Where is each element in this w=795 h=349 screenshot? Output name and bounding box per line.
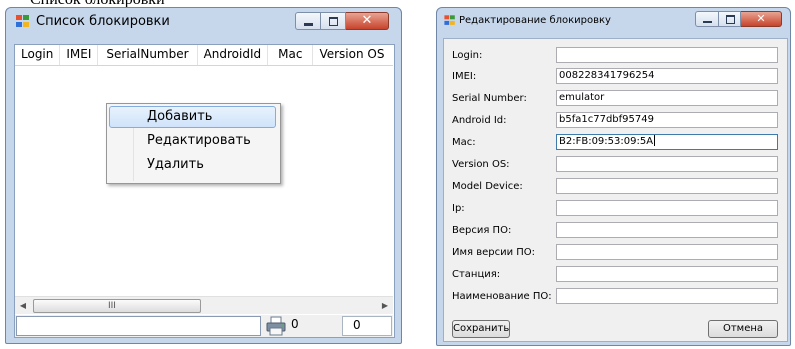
station-field[interactable] (556, 266, 778, 282)
column-header-serial-number[interactable]: SerialNumber (98, 45, 198, 65)
maximize-button[interactable] (719, 11, 741, 27)
save-button[interactable]: Сохранить (452, 320, 510, 338)
label-imei: IMEI: (452, 71, 477, 82)
close-icon: ✕ (756, 12, 766, 25)
close-icon: ✕ (361, 13, 373, 28)
status-box-2: 0 (342, 316, 392, 336)
login-field[interactable] (556, 47, 778, 63)
serial-number-field[interactable]: emulator (556, 90, 778, 106)
label-serial-number: Serial Number: (452, 93, 527, 104)
label-version-os: Version OS: (452, 159, 510, 170)
lock-list-title: Список блокировки (36, 14, 170, 29)
horizontal-scrollbar[interactable]: ◀ III ▶ (15, 296, 393, 314)
lock-list-grid[interactable]: Login IMEI SerialNumber AndroidId Mac Ve… (14, 44, 395, 338)
status-bar: 0 0 (15, 315, 393, 337)
minimize-button[interactable] (695, 11, 719, 27)
status-text-field[interactable] (16, 316, 261, 336)
scrollbar-grip: III (108, 301, 116, 311)
menu-item-add[interactable]: Добавить (109, 106, 276, 128)
model-device-field[interactable] (556, 178, 778, 194)
printer-icon[interactable] (265, 316, 287, 336)
column-header-imei[interactable]: IMEI (60, 45, 99, 65)
software-name-field[interactable] (556, 288, 778, 304)
edit-lock-window: Редактирование блокировку ✕ Login: IMEI:… (436, 7, 791, 346)
text-caret (654, 135, 656, 146)
top-cropped-caption: Список блокировки (0, 0, 795, 8)
maximize-icon (329, 17, 338, 26)
label-station: Станция: (452, 269, 501, 280)
mac-field-value: B2:FB:09:53:09:5A (559, 136, 654, 147)
label-ip: Ip: (452, 203, 465, 214)
column-header-android-id[interactable]: AndroidId (198, 45, 269, 65)
label-login: Login: (452, 50, 483, 61)
column-header-version-os[interactable]: Version OS (313, 45, 390, 65)
label-android-id: Android Id: (452, 115, 507, 126)
minimize-icon (304, 23, 313, 26)
software-version-field[interactable] (556, 222, 778, 238)
grid-header: Login IMEI SerialNumber AndroidId Mac Ve… (15, 45, 393, 66)
scrollbar-thumb[interactable]: III (33, 299, 201, 313)
maximize-icon (726, 15, 735, 24)
cancel-button[interactable]: Отмена (708, 320, 778, 338)
menu-item-delete[interactable]: Удалить (109, 154, 276, 176)
status-count-1: 0 (291, 317, 299, 331)
imei-field[interactable]: 008228341796254 (556, 68, 778, 84)
app-window-icon (16, 15, 30, 28)
version-os-field[interactable] (556, 156, 778, 172)
minimize-button[interactable] (295, 12, 321, 30)
column-header-login[interactable]: Login (15, 45, 61, 65)
close-button[interactable]: ✕ (346, 12, 389, 30)
ip-field[interactable] (556, 200, 778, 216)
minimize-icon (703, 21, 712, 23)
label-mac: Mac: (452, 137, 476, 148)
lock-list-window: Список блокировки ✕ Login IMEI SerialNum… (5, 7, 402, 344)
edit-lock-title: Редактирование блокировку (459, 15, 611, 26)
label-software-name: Наименование ПО: (452, 291, 552, 302)
label-model-device: Model Device: (452, 181, 523, 192)
column-header-mac[interactable]: Mac (268, 45, 314, 65)
menu-item-edit[interactable]: Редактировать (109, 130, 276, 152)
edit-lock-form: Login: IMEI: 008228341796254 Serial Numb… (443, 38, 788, 342)
close-button[interactable]: ✕ (741, 11, 782, 27)
label-software-version-name: Имя версии ПО: (452, 247, 536, 258)
status-count-2: 0 (353, 318, 361, 332)
maximize-button[interactable] (321, 12, 346, 30)
label-software-version: Версия ПО: (452, 225, 512, 236)
context-menu: Добавить Редактировать Удалить (106, 103, 281, 184)
lock-list-titlebar[interactable]: Список блокировки ✕ (6, 8, 401, 36)
app-window-icon (444, 15, 455, 25)
edit-lock-titlebar[interactable]: Редактирование блокировку ✕ (437, 8, 790, 36)
scroll-right-icon[interactable]: ▶ (377, 297, 393, 314)
android-id-field[interactable]: b5fa1c77dbf95749 (556, 112, 778, 128)
mac-field[interactable]: B2:FB:09:53:09:5A (556, 134, 778, 150)
software-version-name-field[interactable] (556, 244, 778, 260)
scroll-left-icon[interactable]: ◀ (15, 297, 31, 314)
